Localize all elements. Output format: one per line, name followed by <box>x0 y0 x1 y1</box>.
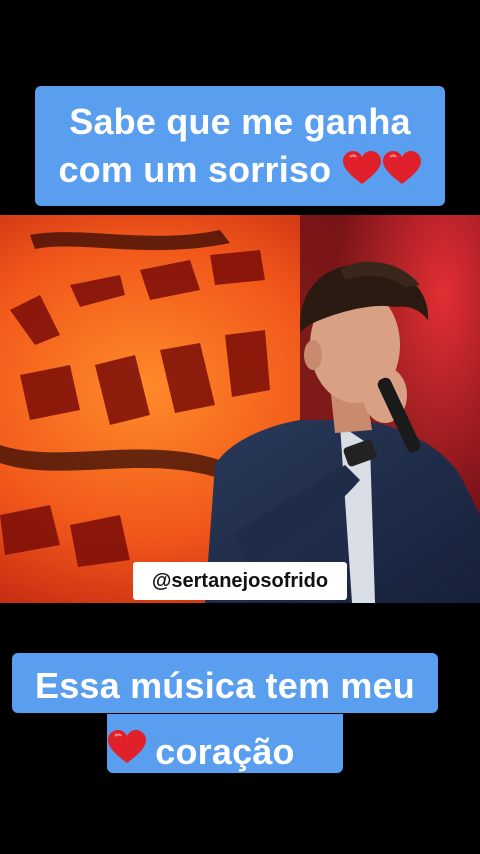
caption-bottom-line2-box: coração <box>107 714 343 773</box>
concert-photo <box>0 215 480 603</box>
caption-top-line1: Sabe que me ganha <box>69 101 411 142</box>
heart-icon <box>382 151 422 185</box>
caption-top: Sabe que me ganha com um sorriso <box>35 86 445 206</box>
caption-top-line2-row: com um sorriso <box>35 148 445 192</box>
heart-icon <box>107 730 147 764</box>
watermark-label: @sertanejosofrido <box>133 562 347 600</box>
caption-bottom-line1: Essa música tem meu <box>35 665 415 706</box>
heart-icon <box>342 151 382 185</box>
caption-top-line2: com um sorriso <box>58 149 332 190</box>
caption-bottom-line1-box: Essa música tem meu <box>12 653 438 713</box>
